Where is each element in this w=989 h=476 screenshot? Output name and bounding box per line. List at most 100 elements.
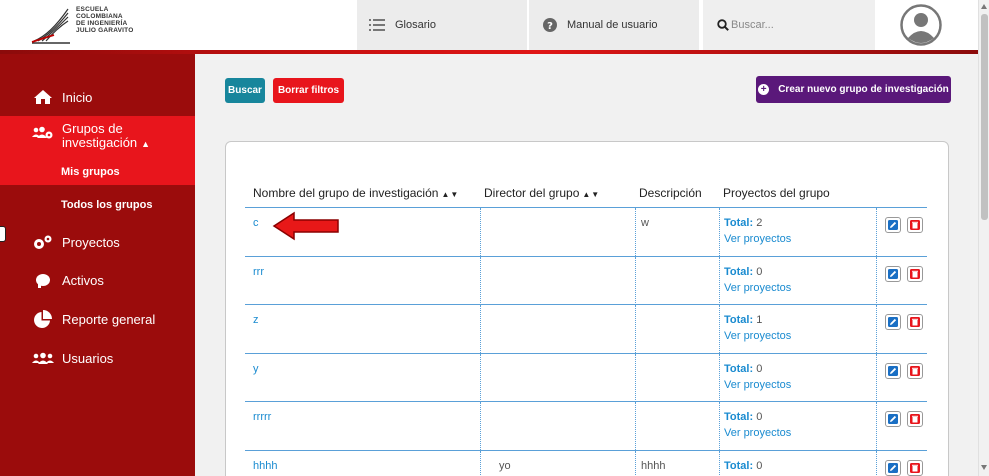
sidebar-subitem-mis-grupos[interactable]: Mis grupos: [0, 158, 195, 185]
glosario-link[interactable]: Glosario: [357, 0, 527, 50]
table-row: c w Total: 2 Ver proyectos: [245, 207, 927, 256]
edit-icon[interactable]: [885, 362, 901, 379]
total-label: Total:: [724, 265, 754, 278]
clipboard-edge-icon: [0, 226, 6, 242]
scroll-thumb[interactable]: [981, 14, 988, 220]
sidebar-item-reporte[interactable]: Reporte general: [0, 309, 195, 329]
trash-icon[interactable]: [907, 411, 923, 427]
sort-icon[interactable]: ▲▼: [582, 190, 600, 199]
ver-proyectos-link[interactable]: Ver proyectos: [724, 330, 876, 342]
chart-pie-icon: [32, 310, 54, 328]
scroll-down-icon[interactable]: [981, 465, 987, 470]
sort-icon[interactable]: ▲▼: [441, 190, 459, 199]
table-row: hhhhyohhhhTotal: 0Ver proyectos: [245, 449, 927, 476]
logo-line: ESCUELA: [76, 6, 109, 13]
group-director: [481, 402, 636, 450]
page-scrollbar[interactable]: [978, 0, 989, 476]
sidebar-subitem-label: Todos los grupos: [61, 199, 153, 211]
edit-icon[interactable]: [885, 217, 901, 233]
sidebar-item-proyectos[interactable]: Proyectos: [0, 232, 195, 252]
trash-icon[interactable]: [907, 265, 923, 282]
group-name-link[interactable]: y: [245, 353, 481, 402]
search-input[interactable]: Buscar...: [731, 19, 774, 31]
user-avatar-icon[interactable]: [900, 4, 942, 46]
group-description: [636, 402, 720, 450]
grupos-label-line2: investigación: [62, 135, 138, 150]
list-icon: [369, 19, 385, 31]
main-content: Buscar Borrar filtros + Crear nuevo grup…: [195, 54, 978, 476]
group-director: [481, 305, 636, 353]
ver-proyectos-link[interactable]: Ver proyectos: [724, 282, 876, 294]
sidebar-item-usuarios[interactable]: Usuarios: [0, 348, 195, 368]
trash-icon[interactable]: [907, 314, 923, 330]
buscar-button[interactable]: Buscar: [225, 78, 265, 103]
manual-label: Manual de usuario: [567, 19, 658, 31]
logo-line: JULIO GARAVITO: [76, 27, 134, 34]
total-label: Total:: [724, 362, 754, 375]
group-director: [481, 208, 636, 256]
users-icon: [32, 349, 54, 367]
total-label: Total:: [724, 411, 754, 423]
sidebar-subitem-label: Mis grupos: [61, 165, 120, 178]
group-description: [636, 353, 720, 402]
scroll-up-icon[interactable]: [981, 4, 987, 9]
search-box[interactable]: Buscar...: [703, 0, 875, 50]
edit-icon[interactable]: [885, 265, 901, 282]
group-name-link[interactable]: rrrrr: [245, 402, 481, 450]
group-name-link[interactable]: rrr: [245, 256, 481, 305]
sidebar: Inicio Grupos de investigación ▲ Mis grup…: [0, 54, 195, 476]
total-value: 2: [756, 217, 763, 229]
group-projects: Total: 0 Ver proyectos: [720, 402, 877, 450]
group-name-link[interactable]: hhhh: [245, 450, 481, 476]
trash-icon[interactable]: [907, 362, 923, 379]
edit-icon[interactable]: [885, 459, 901, 476]
trash-icon[interactable]: [907, 459, 923, 476]
sidebar-subitem-todos-grupos[interactable]: Todos los grupos: [0, 194, 195, 216]
table-row: z Total: 1 Ver proyectos: [245, 304, 927, 353]
cogs-icon: [32, 233, 54, 251]
row-actions: [877, 208, 927, 256]
group-projects: Total: 0 Ver proyectos: [720, 256, 877, 305]
sidebar-item-label: Proyectos: [62, 234, 120, 250]
ver-proyectos-link[interactable]: Ver proyectos: [724, 427, 876, 439]
group-description: [636, 256, 720, 305]
header-nombre[interactable]: Nombre del grupo de investigación ▲▼: [253, 186, 459, 200]
row-actions: [877, 402, 927, 450]
sidebar-item-inicio[interactable]: Inicio: [0, 87, 195, 107]
users-cog-icon: [32, 124, 54, 142]
total-value: 0: [756, 459, 763, 472]
logo-line: DE INGENIERÍA: [76, 20, 128, 27]
ver-proyectos-link[interactable]: Ver proyectos: [724, 379, 876, 391]
logo-line: COLOMBIANA: [76, 13, 123, 20]
glosario-label: Glosario: [395, 19, 436, 31]
logo-swoosh-icon: [31, 8, 70, 44]
total-value: 0: [756, 265, 763, 278]
crear-grupo-button[interactable]: + Crear nuevo grupo de investigación: [756, 76, 951, 103]
table-row: rrrrr Total: 0 Ver proyectos: [245, 401, 927, 450]
top-bar: ESCUELA COLOMBIANA DE INGENIERÍA JULIO G…: [0, 0, 978, 50]
manual-link[interactable]: ? Manual de usuario: [529, 0, 699, 50]
ver-proyectos-link[interactable]: Ver proyectos: [724, 233, 876, 245]
sidebar-item-label: Activos: [62, 272, 104, 288]
sidebar-item-activos[interactable]: Activos: [0, 270, 195, 290]
home-icon: [32, 88, 54, 106]
header-label: Nombre del grupo de investigación: [253, 186, 439, 200]
total-label: Total:: [724, 314, 754, 326]
borrar-filtros-button[interactable]: Borrar filtros: [273, 78, 344, 103]
svg-text:?: ?: [547, 21, 553, 32]
edit-icon[interactable]: [885, 411, 901, 427]
row-actions: [877, 354, 927, 402]
group-name-link[interactable]: z: [245, 305, 481, 353]
groups-table-card: Nombre del grupo de investigación ▲▼ Dire…: [225, 141, 949, 476]
row-actions: [877, 257, 927, 305]
group-description: [636, 305, 720, 353]
trash-icon[interactable]: [907, 217, 923, 233]
crear-grupo-label: Crear nuevo grupo de investigación: [778, 84, 949, 95]
header-proyectos: Proyectos del grupo: [723, 186, 830, 200]
university-logo[interactable]: ESCUELA COLOMBIANA DE INGENIERÍA JULIO G…: [0, 0, 215, 50]
question-circle-icon: ?: [543, 18, 557, 32]
edit-icon[interactable]: [885, 314, 901, 330]
header-director[interactable]: Director del grupo ▲▼: [484, 186, 600, 200]
group-director: yo: [481, 450, 636, 476]
row-actions: [877, 305, 927, 353]
